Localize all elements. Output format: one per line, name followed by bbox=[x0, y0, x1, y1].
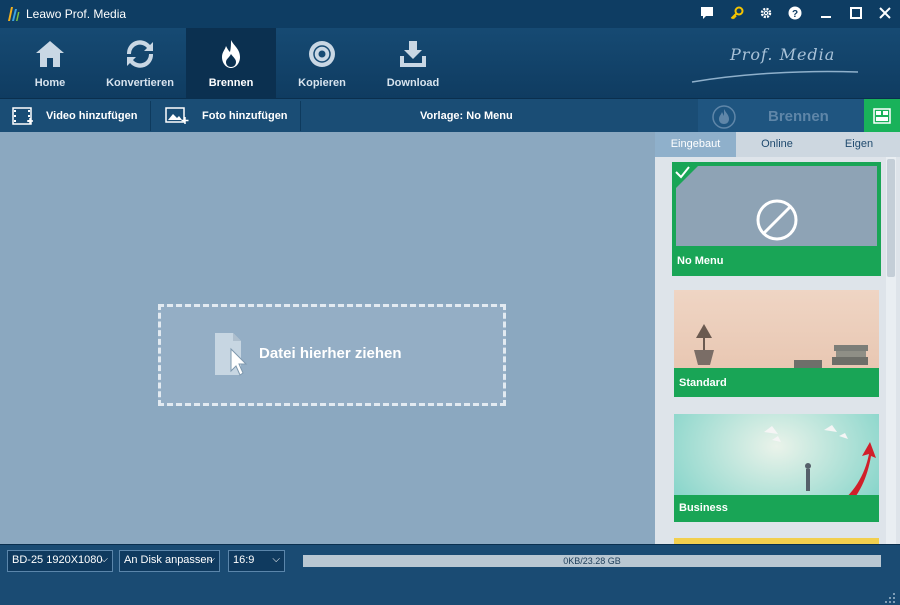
template-card-standard[interactable]: Standard bbox=[674, 290, 879, 397]
template-thumbnail bbox=[676, 166, 877, 246]
template-label: Vorlage: No Menu bbox=[420, 110, 513, 122]
layout-icon bbox=[873, 108, 891, 124]
close-icon[interactable] bbox=[877, 6, 893, 22]
title-bar: Leawo Prof. Media ? bbox=[0, 0, 900, 28]
nav-label: Home bbox=[34, 77, 66, 89]
drop-zone-text: Datei hierher ziehen bbox=[259, 345, 402, 362]
toolbar: Video hinzufügen Foto hinzufügen Vorlage… bbox=[0, 98, 900, 133]
home-icon bbox=[36, 41, 64, 67]
chat-icon[interactable] bbox=[699, 6, 715, 22]
nav-convert[interactable]: Konvertieren bbox=[95, 28, 185, 98]
drop-zone[interactable]: Datei hierher ziehen bbox=[158, 304, 506, 406]
chevron-down-icon: ⌵ bbox=[272, 554, 280, 565]
template-card-no-menu[interactable]: No Menu bbox=[672, 162, 881, 276]
svg-text:?: ? bbox=[792, 9, 798, 20]
brand-swoosh bbox=[691, 70, 859, 83]
add-photo-label: Foto hinzufügen bbox=[202, 110, 288, 122]
bottom-bar: BD-25 1920X1080 ⌵ An Disk anpassen ⌵ 16:… bbox=[0, 544, 900, 605]
maximize-icon[interactable] bbox=[848, 6, 864, 22]
template-label: No Menu bbox=[677, 255, 724, 267]
toolbar-divider bbox=[150, 101, 151, 131]
template-label: Standard bbox=[679, 377, 727, 389]
add-video-button[interactable]: Video hinzufügen bbox=[12, 99, 137, 133]
nav-home[interactable]: Home bbox=[5, 28, 95, 98]
help-icon[interactable]: ? bbox=[787, 6, 803, 22]
disc-icon bbox=[309, 41, 335, 67]
capacity-text: 0KB/23.28 GB bbox=[563, 556, 621, 566]
nav-download[interactable]: Download bbox=[368, 28, 458, 98]
burn-label[interactable]: Brennen bbox=[768, 108, 829, 125]
gear-icon[interactable] bbox=[758, 6, 774, 22]
toolbar-divider bbox=[300, 101, 301, 131]
template-panel: Eingebaut Online Eigen No Menu Standard … bbox=[655, 132, 900, 544]
media-drop-area[interactable]: Datei hierher ziehen bbox=[0, 132, 655, 544]
aspect-ratio-value: 16:9 bbox=[233, 554, 255, 566]
add-photo-button[interactable]: Foto hinzufügen bbox=[165, 99, 288, 133]
download-icon bbox=[400, 41, 426, 67]
nav-copy[interactable]: Kopieren bbox=[277, 28, 367, 98]
resize-grip-icon[interactable] bbox=[884, 592, 896, 604]
photo-add-icon bbox=[165, 107, 189, 124]
template-list: No Menu Standard Business bbox=[655, 157, 900, 544]
fit-mode-select[interactable]: An Disk anpassen ⌵ bbox=[119, 550, 220, 572]
nav-label: Kopieren bbox=[298, 77, 346, 89]
fit-mode-value: An Disk anpassen bbox=[124, 554, 213, 566]
template-tabs: Eingebaut Online Eigen bbox=[655, 132, 900, 157]
film-add-icon bbox=[12, 107, 33, 125]
template-scrollbar[interactable] bbox=[886, 157, 896, 544]
nav-burn[interactable]: Brennen bbox=[186, 28, 276, 98]
nav-label: Brennen bbox=[208, 77, 254, 89]
minimize-icon[interactable] bbox=[818, 6, 834, 22]
brand-logo-text: Prof. Media bbox=[730, 45, 836, 64]
layout-toggle-button[interactable] bbox=[864, 99, 900, 133]
window-title: Leawo Prof. Media bbox=[26, 7, 127, 21]
key-icon[interactable] bbox=[729, 6, 745, 22]
template-label: Business bbox=[679, 502, 728, 514]
flame-icon bbox=[222, 40, 240, 68]
convert-icon bbox=[126, 40, 154, 68]
file-drag-icon bbox=[215, 333, 248, 376]
disc-capacity-bar: 0KB/23.28 GB bbox=[303, 555, 881, 567]
nav-label: Download bbox=[386, 77, 440, 89]
disc-type-select[interactable]: BD-25 1920X1080 ⌵ bbox=[7, 550, 113, 572]
add-video-label: Video hinzufügen bbox=[46, 110, 138, 122]
tab-builtin[interactable]: Eingebaut bbox=[655, 132, 736, 157]
chevron-down-icon: ⌵ bbox=[207, 554, 215, 565]
disc-type-value: BD-25 1920X1080 bbox=[12, 554, 103, 566]
scrollbar-thumb[interactable] bbox=[887, 159, 895, 277]
template-card-business[interactable]: Business bbox=[674, 414, 879, 522]
app-logo-icon bbox=[8, 7, 20, 21]
chevron-down-icon: ⌵ bbox=[100, 554, 108, 565]
checkmark-icon bbox=[672, 162, 702, 192]
tab-online[interactable]: Online bbox=[736, 132, 818, 157]
main-nav: Home Konvertieren Brennen Kopieren Downl… bbox=[0, 28, 900, 98]
burn-disc-icon bbox=[712, 105, 736, 129]
tab-custom[interactable]: Eigen bbox=[818, 132, 900, 157]
nav-label: Konvertieren bbox=[106, 77, 174, 89]
no-symbol-icon bbox=[756, 199, 798, 241]
aspect-ratio-select[interactable]: 16:9 ⌵ bbox=[228, 550, 285, 572]
